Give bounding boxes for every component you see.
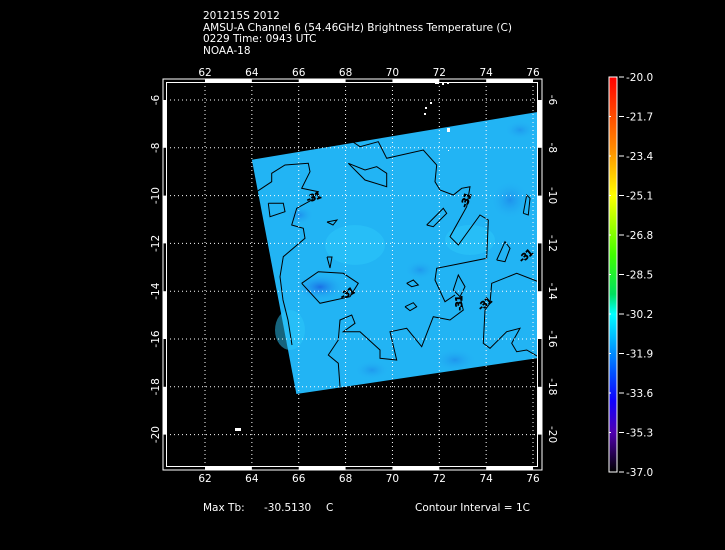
lat-tick-label-right: -20 <box>546 426 558 443</box>
cold-region <box>286 205 314 225</box>
colorbar-label: -37.0 <box>626 467 653 479</box>
max-tb-value: -30.5130 <box>264 502 312 514</box>
coastline-speck <box>235 428 241 431</box>
coastline-speck <box>430 102 432 104</box>
colorbar-label: -25.1 <box>626 191 653 203</box>
lat-tick-label-left: -20 <box>150 426 162 443</box>
lon-tick-label-bottom: 72 <box>433 473 446 485</box>
border-bar <box>298 466 346 470</box>
border-bar <box>538 100 542 148</box>
lon-tick-label-bottom: 62 <box>198 473 211 485</box>
lat-tick-label-right: -6 <box>546 95 558 106</box>
cold-region <box>433 348 477 372</box>
coastline-speck <box>447 128 450 132</box>
border-bar <box>392 79 440 83</box>
lon-tick-label-bottom: 76 <box>526 473 540 485</box>
contour-interval: Contour Interval = 1C <box>415 502 530 514</box>
cold-region <box>354 360 390 380</box>
lat-tick-label-right: -14 <box>546 283 558 300</box>
border-bar <box>538 386 542 435</box>
lon-tick-label-bottom: 66 <box>292 473 306 485</box>
lon-tick-label-bottom: 64 <box>245 473 259 485</box>
colorbar-label: -35.3 <box>626 428 653 440</box>
lat-tick-label-left: -10 <box>150 187 162 204</box>
colorbar-label: -23.4 <box>626 151 653 163</box>
lat-tick-label-left: -14 <box>150 282 162 299</box>
colorbar-label: -20.0 <box>626 72 653 84</box>
cold-region <box>294 273 346 301</box>
lat-tick-label-left: -12 <box>150 235 162 252</box>
contour-label: -31 <box>455 296 465 311</box>
lat-tick-label-left: -18 <box>150 378 162 395</box>
lat-tick-label-right: -8 <box>546 143 558 153</box>
colorbar-label: -28.5 <box>626 270 653 282</box>
lat-tick-label-right: -16 <box>546 330 558 347</box>
lon-tick-label-top: 70 <box>386 67 399 79</box>
lon-tick-label-top: 68 <box>339 67 352 79</box>
lon-tick-label-top: 64 <box>245 67 259 79</box>
cold-region <box>504 120 536 140</box>
lon-tick-label-top: 74 <box>479 67 493 79</box>
border-bar <box>163 100 167 148</box>
border-bar <box>538 195 542 244</box>
lon-tick-label-top: 62 <box>198 67 211 79</box>
cold-region <box>404 260 436 280</box>
border-bar <box>205 466 252 470</box>
coastline-speck <box>442 83 444 85</box>
border-bar <box>163 386 167 435</box>
map-plot: -31 -31-31-31 -31-31 626264646666686870707… <box>150 67 653 485</box>
border-bar <box>163 291 167 339</box>
border-bar <box>486 466 534 470</box>
lat-tick-label-left: -8 <box>150 143 162 153</box>
lat-tick-label-right: -10 <box>546 187 558 204</box>
border-bar <box>392 466 440 470</box>
lat-tick-label-right: -12 <box>546 235 558 252</box>
max-tb-unit: C <box>326 502 334 514</box>
lon-tick-label-bottom: 70 <box>386 473 399 485</box>
border-bar <box>205 79 252 83</box>
lon-tick-label-top: 66 <box>292 67 306 79</box>
border-bar <box>538 291 542 339</box>
coastline-speck <box>448 150 449 151</box>
lon-tick-label-top: 76 <box>526 67 540 79</box>
colorbar-label: -26.8 <box>626 230 653 242</box>
colorbar-label: -21.7 <box>626 112 653 124</box>
colorbar-label: -30.2 <box>626 309 653 321</box>
border-bar <box>163 195 167 244</box>
warm-region <box>325 225 385 265</box>
colorbar-label: -31.9 <box>626 349 653 361</box>
lat-tick-label-right: -18 <box>546 378 558 395</box>
coastline-speck <box>425 107 427 109</box>
lat-tick-label-left: -16 <box>150 330 162 347</box>
lon-tick-label-top: 72 <box>433 67 446 79</box>
coastline-speck <box>424 113 426 115</box>
max-tb-label: Max Tb: <box>203 502 245 514</box>
lon-tick-label-bottom: 74 <box>479 473 493 485</box>
lon-tick-label-bottom: 68 <box>339 473 352 485</box>
border-bar <box>298 79 346 83</box>
lat-tick-label-left: -6 <box>150 94 162 105</box>
colorbar-label: -33.6 <box>626 388 653 400</box>
border-bar <box>486 79 534 83</box>
